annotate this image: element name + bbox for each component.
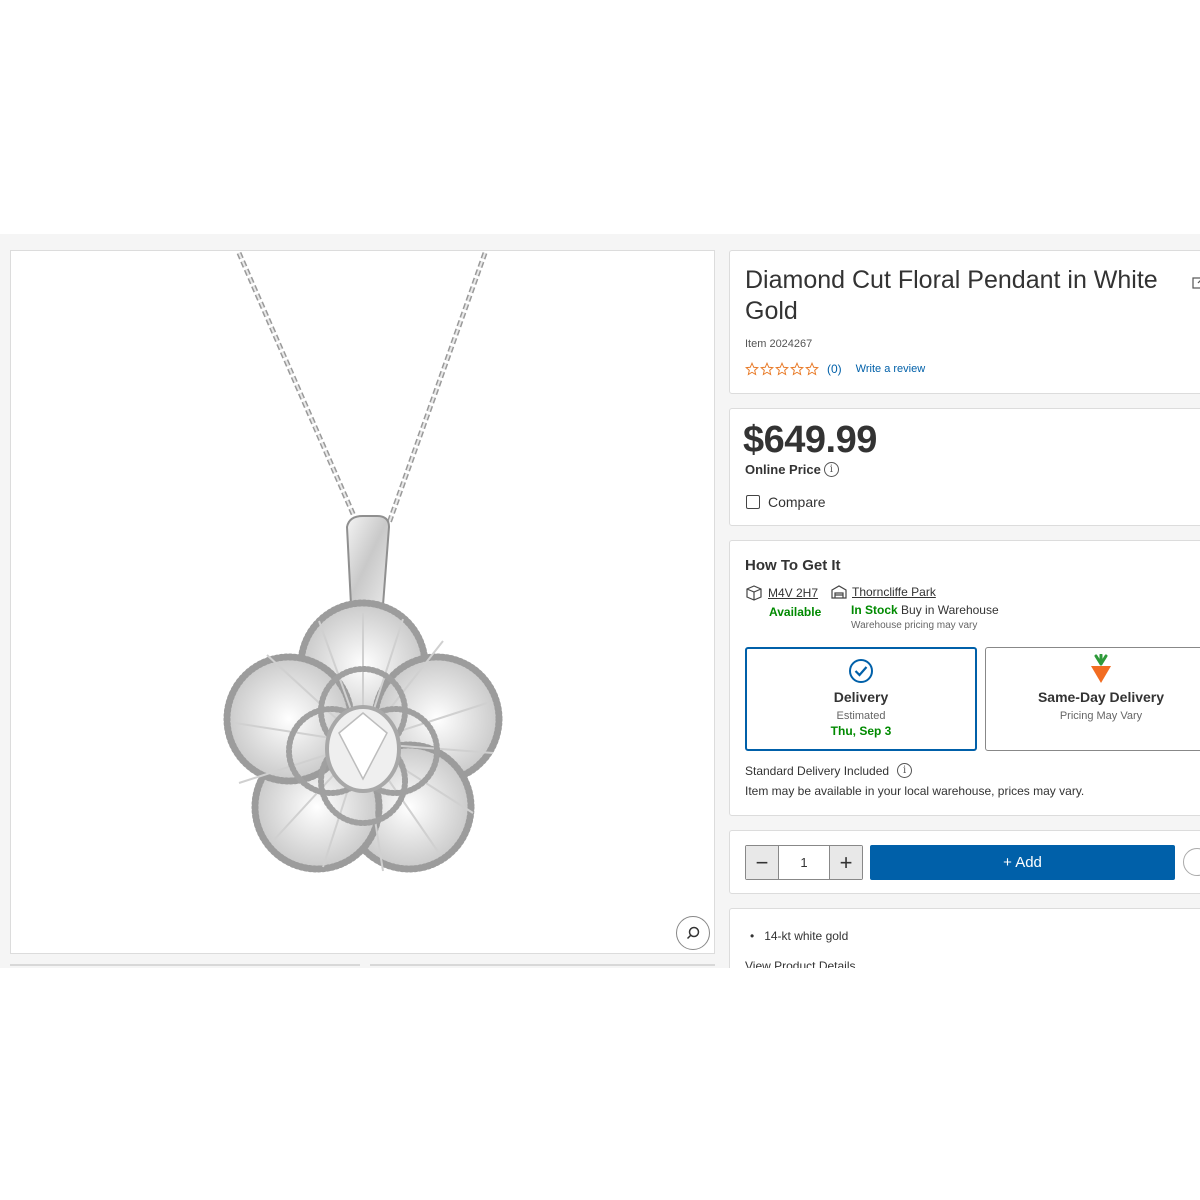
online-price-label: Online Price: [745, 462, 821, 477]
postal-code-block: M4V 2H7 Available: [745, 585, 821, 619]
decrease-quantity-button[interactable]: −: [746, 846, 778, 879]
checkbox-box[interactable]: [746, 495, 760, 509]
share-icon[interactable]: [1192, 275, 1200, 289]
product-title: Diamond Cut Floral Pendant in White Gold: [745, 266, 1158, 325]
delivery-option[interactable]: Delivery Estimated Thu, Sep 3: [745, 647, 977, 751]
same-day-note: Pricing May Vary: [1059, 710, 1143, 722]
compare-checkbox[interactable]: Compare: [746, 494, 826, 510]
warehouse-action: Buy in Warehouse: [901, 603, 999, 617]
rating-row: (0) Write a review: [745, 362, 925, 376]
delivery-label: Delivery: [833, 689, 889, 705]
box-icon: [746, 585, 762, 601]
star-icon: [760, 362, 774, 376]
add-to-cart-card: − 1 + + Add: [729, 830, 1200, 894]
compare-label: Compare: [768, 494, 826, 510]
star-rating[interactable]: [745, 362, 819, 376]
price-card: $649.99 Online Price i Compare: [729, 408, 1200, 526]
heart-icon[interactable]: [1183, 848, 1200, 876]
quantity-stepper: − 1 +: [745, 845, 863, 880]
availability-note: Item may be available in your local ware…: [745, 784, 1085, 798]
price-label: Online Price i: [745, 462, 839, 477]
star-icon: [775, 362, 789, 376]
thumbnail-strip: [10, 962, 715, 968]
item-number: Item 2024267: [745, 338, 813, 350]
feature-bullet: • 14-kt white gold: [750, 929, 849, 943]
review-count[interactable]: (0): [827, 362, 842, 376]
warehouse-note: Warehouse pricing may vary: [851, 620, 978, 631]
product-price: $649.99: [743, 419, 877, 461]
product-image: [223, 251, 503, 873]
write-review-link[interactable]: Write a review: [856, 363, 925, 375]
fulfillment-title: How To Get It: [745, 557, 841, 574]
add-to-cart-button[interactable]: + Add: [870, 845, 1175, 880]
info-icon[interactable]: i: [823, 462, 839, 477]
product-details-card: • 14-kt white gold View Product Details: [729, 908, 1200, 968]
carrot-icon: [1091, 653, 1111, 683]
product-title-card: Diamond Cut Floral Pendant in White Gold…: [729, 250, 1200, 394]
warehouse-icon: [831, 585, 847, 599]
standard-delivery-label: Standard Delivery Included: [745, 763, 890, 778]
warehouse-block: Thorncliffe Park In Stock Buy in Warehou…: [831, 585, 999, 631]
feature-bullet-text: 14-kt white gold: [764, 929, 849, 943]
warehouse-link[interactable]: Thorncliffe Park: [852, 585, 936, 599]
same-day-label: Same-Day Delivery: [1037, 689, 1165, 705]
same-day-option[interactable]: Same-Day Delivery Pricing May Vary: [985, 647, 1200, 751]
star-icon: [745, 362, 759, 376]
check-circle-icon: [849, 659, 873, 683]
page-screenshot: Diamond Cut Floral Pendant in White Gold…: [0, 234, 1200, 968]
warehouse-stock: In Stock: [851, 603, 898, 617]
delivery-date: Thu, Sep 3: [830, 724, 892, 738]
star-icon: [805, 362, 819, 376]
info-icon[interactable]: i: [897, 763, 913, 778]
increase-quantity-button[interactable]: +: [830, 846, 862, 879]
postal-status: Available: [769, 605, 822, 619]
quantity-input[interactable]: 1: [778, 846, 830, 879]
delivery-estimated: Estimated: [836, 710, 886, 722]
product-image-panel: [10, 250, 715, 954]
standard-delivery: Standard Delivery Included i: [745, 763, 913, 778]
zoom-icon: [686, 926, 700, 940]
star-icon: [790, 362, 804, 376]
zoom-button[interactable]: [676, 916, 710, 950]
postal-code-link[interactable]: M4V 2H7: [768, 586, 818, 600]
fulfillment-card: How To Get It M4V 2H7 Available Thorncli…: [729, 540, 1200, 816]
view-product-details-link[interactable]: View Product Details: [745, 959, 856, 968]
